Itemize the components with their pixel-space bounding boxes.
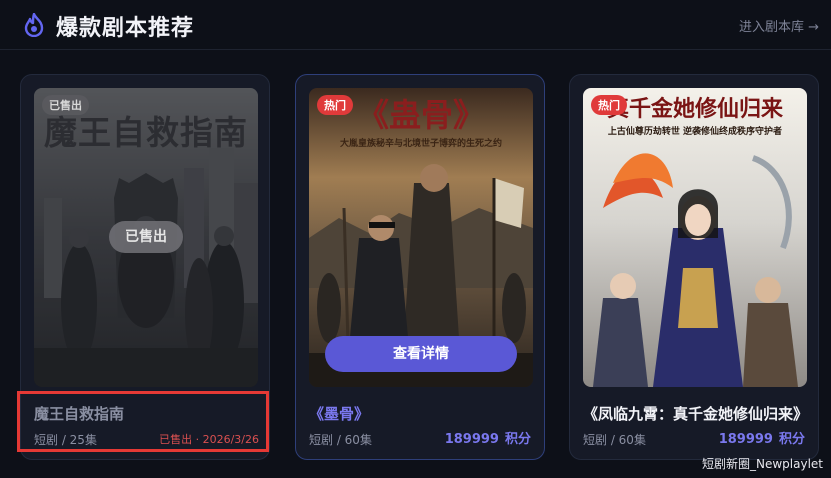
poster-subtitle: 上古仙尊历劫转世 逆袭修仙终成秩序守护者 [607, 127, 783, 137]
poster-image: 真千金她修仙归来 上古仙尊历劫转世 逆袭修仙终成秩序守护者 热门 [583, 88, 807, 387]
sold-badge: 已售出 [42, 95, 89, 115]
price: 189999 积分 [445, 428, 531, 447]
poster-subtitle: 大胤皇族秘辛与北境世子博弈的生死之约 [339, 139, 502, 149]
price-unit: 积分 [778, 432, 805, 447]
poster-image: 魔王自救指南 已售出 已售出 [34, 88, 258, 387]
price-value: 189999 [718, 432, 773, 447]
flame-icon [23, 12, 45, 38]
section-title: 爆款剧本推荐 [56, 16, 195, 41]
script-card-3[interactable]: 真千金她修仙归来 上古仙尊历劫转世 逆袭修仙终成秩序守护者 热门 《凤临九霄：真… [569, 74, 819, 460]
enter-script-library-link[interactable]: 进入剧本库 → [739, 16, 819, 35]
card-title[interactable]: 《墨骨》 [309, 403, 533, 424]
card-meta: 短剧 / 60集 [309, 433, 372, 447]
section-header: 爆款剧本推荐 进入剧本库 → [0, 0, 831, 50]
highlight-annotation-box [17, 391, 269, 452]
price-value: 189999 [444, 432, 499, 447]
watermark: 短剧新圈_Newplaylet [701, 457, 823, 471]
card-meta: 短剧 / 60集 [583, 433, 646, 447]
price-unit: 积分 [504, 432, 531, 447]
hot-badge: 热门 [317, 95, 353, 115]
sold-out-chip: 已售出 [109, 221, 183, 253]
price: 189999 积分 [719, 428, 805, 447]
poster-image: 《蛊骨》 大胤皇族秘辛与北境世子博弈的生死之约 热门 查看详情 [309, 88, 533, 387]
hot-badge: 热门 [591, 95, 627, 115]
card-title[interactable]: 《凤临九霄：真千金她修仙归来》 [583, 403, 807, 424]
view-details-button[interactable]: 查看详情 [325, 336, 517, 372]
script-card-2[interactable]: 《蛊骨》 大胤皇族秘辛与北境世子博弈的生死之约 热门 查看详情 《墨骨》 短剧 … [295, 74, 545, 460]
